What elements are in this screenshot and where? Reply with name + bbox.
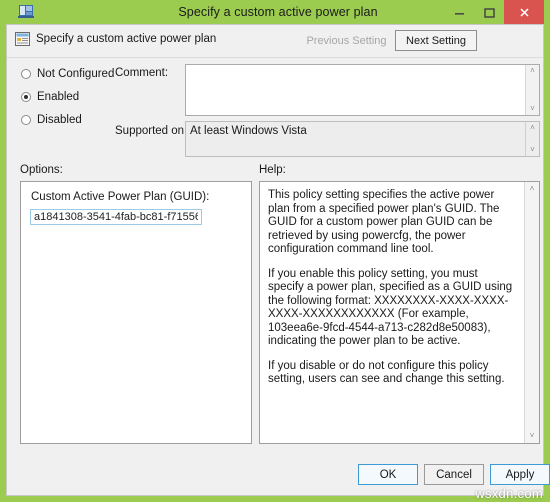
radio-disabled[interactable]: Disabled [21, 114, 82, 126]
minimize-icon[interactable] [444, 0, 474, 24]
policy-window-icon [18, 3, 35, 19]
options-content: Custom Active Power Plan (GUID): [21, 182, 251, 443]
comment-scrollbar[interactable]: ˄ ˅ [525, 65, 539, 115]
radio-enabled[interactable]: Enabled [21, 91, 79, 103]
state-and-comment-area: Not Configured Enabled Disabled Comment:… [7, 58, 543, 163]
window-controls [444, 0, 544, 24]
scroll-up-icon[interactable]: ˄ [530, 124, 535, 132]
policy-setting-icon [15, 32, 30, 46]
previous-setting-button[interactable]: Previous Setting [304, 30, 389, 51]
scroll-down-icon[interactable]: ˅ [530, 146, 535, 154]
help-scrollbar[interactable]: ˄ ˅ [524, 182, 539, 443]
radio-disabled-indicator [21, 115, 31, 125]
help-paragraph: This policy setting specifies the active… [268, 189, 500, 255]
supported-on-field: At least Windows Vista ˄ ˅ [185, 121, 540, 157]
comment-value[interactable] [186, 65, 525, 115]
guid-input[interactable] [30, 209, 202, 225]
policy-setting-window: Specify a custom active power plan Speci… [0, 0, 550, 502]
supported-on-value: At least Windows Vista [190, 125, 307, 137]
title-bar: Specify a custom active power plan [6, 0, 544, 24]
help-content: This policy setting specifies the active… [260, 182, 524, 443]
help-pane: This policy setting specifies the active… [259, 181, 540, 444]
apply-button[interactable]: Apply [490, 464, 550, 485]
watermark: wsxdn.com [475, 486, 543, 501]
radio-not-configured-indicator [21, 69, 31, 79]
supported-on-scrollbar[interactable]: ˄ ˅ [525, 122, 539, 156]
dialog-body: Specify a custom active power plan Previ… [6, 24, 550, 496]
ok-button[interactable]: OK [358, 464, 418, 485]
scroll-down-icon[interactable]: ˅ [530, 432, 535, 440]
scroll-down-icon[interactable]: ˅ [530, 105, 535, 113]
help-paragraph: If you disable or do not configure this … [268, 359, 505, 386]
cancel-button[interactable]: Cancel [424, 464, 484, 485]
radio-enabled-indicator [21, 92, 31, 102]
radio-not-configured[interactable]: Not Configured [21, 68, 114, 80]
supported-on-label: Supported on: [115, 125, 188, 137]
options-label: Options: [20, 164, 63, 176]
help-label: Help: [259, 164, 286, 176]
policy-header: Specify a custom active power plan Previ… [7, 25, 543, 58]
scroll-up-icon[interactable]: ˄ [530, 185, 535, 193]
guid-field-label: Custom Active Power Plan (GUID): [31, 191, 210, 203]
comment-label: Comment: [115, 67, 169, 79]
radio-disabled-label: Disabled [37, 114, 82, 126]
comment-field[interactable]: ˄ ˅ [185, 64, 540, 116]
help-paragraph: If you enable this policy setting, you m… [268, 267, 513, 348]
maximize-icon[interactable] [474, 0, 504, 24]
radio-enabled-label: Enabled [37, 91, 80, 103]
policy-name: Specify a custom active power plan [36, 33, 217, 45]
scroll-up-icon[interactable]: ˄ [530, 67, 535, 75]
next-setting-button[interactable]: Next Setting [395, 30, 477, 51]
dialog-footer: OK Cancel Apply [7, 455, 550, 495]
close-icon[interactable] [504, 0, 544, 24]
radio-not-configured-label: Not Configured [37, 68, 115, 80]
options-pane: Custom Active Power Plan (GUID): [20, 181, 252, 444]
